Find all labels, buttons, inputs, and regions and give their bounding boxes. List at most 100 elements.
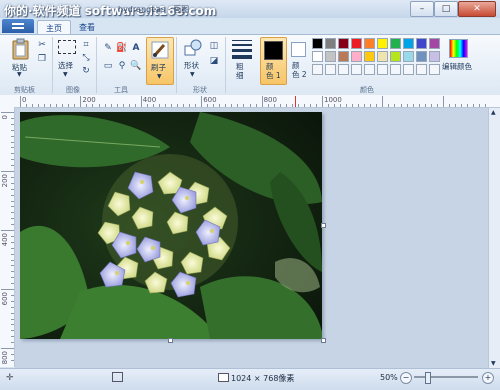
ruler-tick [11, 141, 14, 143]
custom-color-slot[interactable] [325, 64, 336, 75]
magnifier-button[interactable]: 🔍 [130, 60, 142, 72]
scroll-down-arrow[interactable]: ▼ [491, 360, 496, 367]
select-label: 选择 [58, 61, 73, 70]
palette-swatch[interactable] [403, 51, 414, 62]
zoom-slider[interactable] [414, 376, 478, 378]
custom-color-slot[interactable] [364, 64, 375, 75]
select-button[interactable]: 选择 ▼ [56, 38, 78, 82]
ruler-tick [1, 289, 14, 290]
palette-swatch[interactable] [429, 38, 440, 49]
color-picker-button[interactable]: ⚲ [116, 60, 128, 72]
custom-color-slot[interactable] [312, 64, 323, 75]
fill-shape-button[interactable]: ◪ [208, 55, 220, 67]
ruler-tick [430, 104, 432, 107]
minimize-button[interactable]: – [410, 1, 434, 17]
maximize-button[interactable]: □ [434, 1, 458, 17]
palette-swatch[interactable] [403, 38, 414, 49]
size-button[interactable]: 粗 细 [230, 38, 254, 82]
palette-swatch[interactable] [377, 51, 388, 62]
pencil-icon: ✎ [104, 43, 112, 53]
hydrangea-photo [20, 112, 322, 339]
custom-color-slot[interactable] [416, 64, 427, 75]
palette-swatch[interactable] [351, 51, 362, 62]
ruler-tick [11, 129, 14, 131]
zoom-out-button[interactable]: − [400, 372, 412, 384]
selection-size-icon [112, 372, 123, 382]
chevron-down-icon: ▼ [63, 71, 68, 78]
ruler-tick [1, 112, 14, 113]
ruler-number: 400 [1, 233, 9, 247]
color1-button[interactable]: 颜 色 1 [260, 37, 287, 85]
ruler-tick [424, 104, 426, 107]
eraser-button[interactable]: ▭ [102, 60, 114, 72]
rainbow-icon [449, 39, 468, 58]
ruler-tick [11, 247, 14, 249]
rotate-button[interactable]: ↻ [80, 65, 92, 77]
shapes-button[interactable]: 形状 ▼ [180, 38, 206, 82]
scroll-up-arrow[interactable]: ▲ [491, 109, 496, 116]
ruler-tick [11, 135, 14, 137]
line-width-icon [232, 40, 252, 59]
tab-view[interactable]: 查看 [72, 20, 102, 34]
palette-swatch[interactable] [325, 38, 336, 49]
palette-swatch[interactable] [416, 51, 427, 62]
ruler-tick [11, 123, 14, 125]
palette-swatch[interactable] [390, 51, 401, 62]
ruler-tick [50, 104, 52, 107]
custom-color-slot[interactable] [377, 64, 388, 75]
palette-swatch[interactable] [312, 51, 323, 62]
ruler-tick [11, 212, 14, 214]
ruler-tick [11, 147, 14, 149]
brushes-button[interactable]: 刷子 ▼ [146, 37, 174, 85]
palette-swatch[interactable] [364, 38, 375, 49]
palette-swatch[interactable] [312, 38, 323, 49]
pencil-button[interactable]: ✎ [102, 42, 114, 54]
ruler-tick [11, 117, 14, 119]
custom-color-slot[interactable] [429, 64, 440, 75]
tab-home[interactable]: 主页 [37, 20, 71, 35]
paste-button[interactable]: 粘贴 ▼ [8, 38, 34, 82]
paint-menu-button[interactable] [2, 19, 34, 33]
cut-button[interactable]: ✂ [36, 39, 48, 51]
resize-handle-bottom[interactable] [168, 338, 173, 343]
palette-swatch[interactable] [351, 38, 362, 49]
resize-handle-right[interactable] [321, 223, 326, 228]
close-button[interactable]: ✕ [458, 1, 496, 17]
ruler-tick [418, 104, 420, 107]
ruler-tick [1, 348, 14, 349]
color2-button[interactable]: 颜 色 2 [288, 37, 310, 83]
fill-button[interactable]: ⛽ [116, 42, 128, 54]
outline-button[interactable]: ◫ [208, 40, 220, 52]
palette-swatch[interactable] [416, 38, 427, 49]
edit-colors-button[interactable]: 编辑颜色 [442, 37, 474, 83]
palette-swatch[interactable] [390, 38, 401, 49]
ruler-tick [11, 342, 14, 344]
ruler-tick [297, 104, 299, 107]
ruler-number: 400 [142, 96, 157, 104]
ruler-tick [110, 104, 112, 107]
zoom-in-button[interactable]: + [482, 372, 494, 384]
ruler-tick [11, 224, 14, 226]
custom-color-slot[interactable] [351, 64, 362, 75]
zoom-slider-thumb[interactable] [425, 372, 431, 384]
copy-button[interactable]: ❐ [36, 53, 48, 65]
ribbon-separator [176, 37, 177, 93]
vertical-scrollbar[interactable]: ▲ ▼ [488, 108, 500, 368]
palette-swatch[interactable] [338, 51, 349, 62]
canvas-image[interactable] [20, 112, 322, 339]
crop-button[interactable]: ⌗ [80, 39, 92, 51]
custom-color-slot[interactable] [403, 64, 414, 75]
palette-swatch[interactable] [377, 38, 388, 49]
ruler-tick [20, 96, 21, 107]
text-button[interactable]: A [130, 42, 142, 54]
custom-color-slot[interactable] [390, 64, 401, 75]
resize-button[interactable]: ⤡ [80, 52, 92, 64]
palette-swatch[interactable] [429, 51, 440, 62]
ruler-tick [352, 104, 354, 107]
palette-swatch[interactable] [325, 51, 336, 62]
custom-color-slot[interactable] [338, 64, 349, 75]
palette-swatch[interactable] [364, 51, 375, 62]
ruler-tick [273, 104, 275, 107]
palette-swatch[interactable] [338, 38, 349, 49]
resize-handle-corner[interactable] [321, 338, 326, 343]
